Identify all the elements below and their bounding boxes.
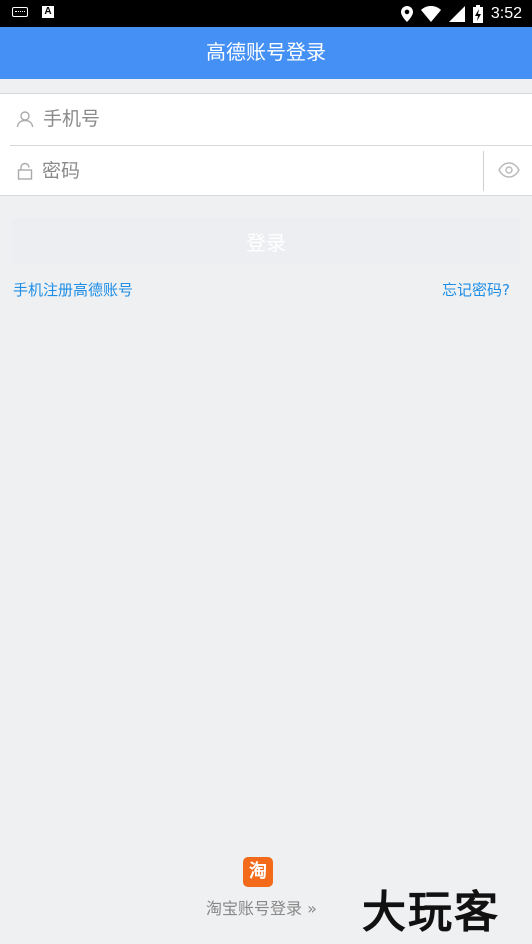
wifi-icon (420, 5, 441, 22)
phone-input[interactable] (43, 104, 443, 134)
lock-icon (17, 162, 33, 180)
location-icon (400, 5, 413, 22)
register-link[interactable]: 手机注册高德账号 (13, 279, 133, 300)
login-form (0, 93, 532, 196)
password-input[interactable] (42, 156, 442, 186)
taobao-login-link[interactable]: 淘宝账号登录 » (206, 895, 317, 919)
signal-icon (448, 5, 465, 22)
forgot-password-link[interactable]: 忘记密码? (442, 279, 510, 300)
login-button[interactable]: 登录 (12, 218, 520, 264)
page-title: 高德账号登录 (206, 40, 326, 64)
divider (483, 151, 484, 191)
a-badge-icon: A (42, 6, 54, 18)
eye-icon[interactable] (498, 161, 520, 179)
keyboard-icon (12, 7, 28, 17)
battery-icon (472, 4, 483, 23)
status-bar: A 3:52 (0, 0, 532, 27)
user-icon (16, 111, 34, 128)
watermark-logo: 大玩客 (362, 887, 500, 938)
password-row (10, 145, 532, 197)
app-bar: 高德账号登录 (0, 27, 532, 79)
taobao-icon[interactable]: 淘 (243, 857, 273, 887)
phone-row (0, 94, 532, 145)
status-time: 3:52 (490, 4, 522, 22)
